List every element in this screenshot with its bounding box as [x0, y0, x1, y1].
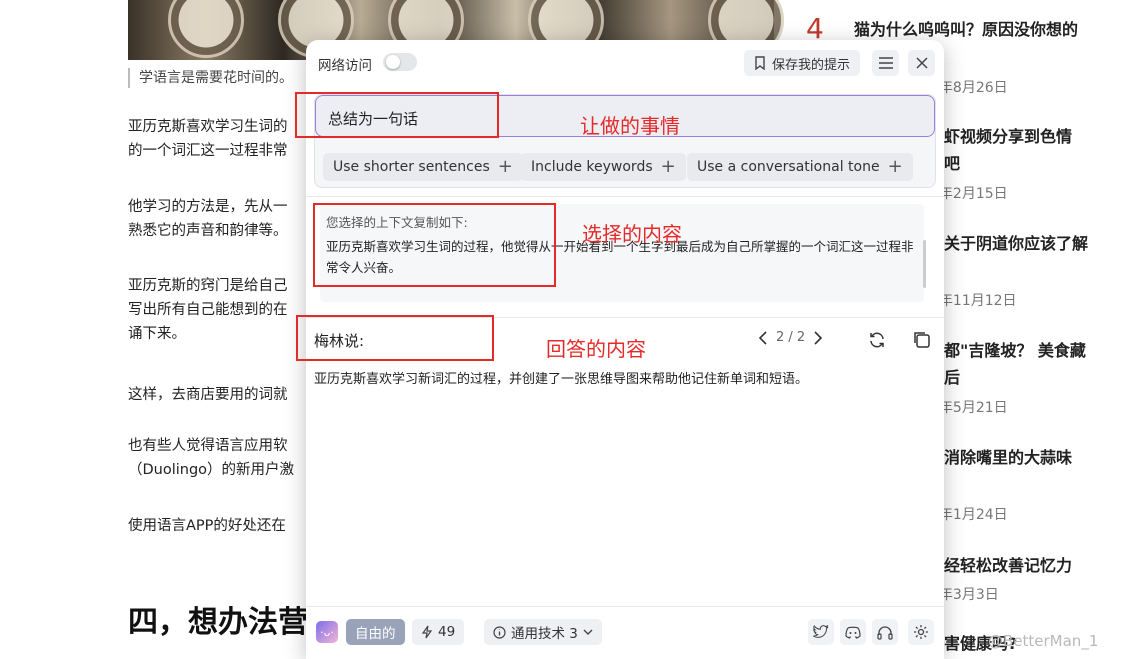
- network-access-label: 网络访问: [318, 58, 372, 74]
- article-paragraph: 亚历克斯的窍门是给自己 写出所有自己能想到的在 诵下来。: [128, 278, 288, 342]
- sidebar-article-title[interactable]: 猫为什么呜呜叫？原因没你想的: [854, 16, 1078, 40]
- chip-shorter-sentences[interactable]: Use shorter sentences +: [323, 153, 523, 181]
- credits-button[interactable]: 49: [412, 619, 465, 645]
- close-button[interactable]: [908, 50, 935, 76]
- annotation-box-answer: [296, 315, 494, 361]
- chevron-left-icon[interactable]: [758, 330, 768, 345]
- annotation-box-selection: [313, 203, 556, 287]
- article-paragraph: 亚历克斯喜欢学习生词的 的一个词汇这一过程非常: [128, 119, 288, 159]
- sidebar-article-title[interactable]: 消除嘴里的大蒜味: [944, 444, 1072, 468]
- article-paragraph: 这样，去商店要用的词就: [128, 387, 288, 403]
- annotation-label-selection: 选择的内容: [582, 222, 682, 246]
- mode-button[interactable]: 自由的: [346, 619, 405, 645]
- tech-select[interactable]: 通用技术 3: [484, 619, 602, 645]
- watermark: @BetterMan_1: [988, 632, 1099, 650]
- support-button[interactable]: [872, 619, 898, 645]
- context-scrollbar[interactable]: [923, 240, 926, 288]
- menu-icon: [878, 57, 893, 69]
- twitter-icon: [813, 625, 829, 638]
- image-caption: 学语言是需要花时间的。: [128, 68, 293, 88]
- annotation-label-answer: 回答的内容: [546, 337, 646, 361]
- clock-image: [168, 0, 244, 58]
- twitter-button[interactable]: [808, 619, 834, 645]
- plus-icon: +: [887, 156, 903, 177]
- plus-icon: +: [660, 156, 676, 177]
- settings-button[interactable]: [908, 619, 934, 645]
- mode-label: 自由的: [355, 626, 396, 642]
- lightning-icon: [421, 625, 433, 639]
- article-paragraph: 使用语言APP的好处还在: [128, 518, 286, 534]
- answer-text: 亚历克斯喜欢学习新词汇的过程，并创建了一张思维导图来帮助他记住新单词和短语。: [314, 372, 809, 387]
- chip-conversational-tone[interactable]: Use a conversational tone +: [687, 153, 913, 181]
- bookmark-icon: [755, 56, 765, 70]
- refresh-icon[interactable]: [868, 331, 886, 349]
- save-prompt-label: 保存我的提示: [772, 57, 851, 73]
- gear-icon: [914, 625, 928, 639]
- discord-button[interactable]: [840, 619, 866, 645]
- plus-icon: +: [497, 156, 513, 177]
- chip-label: Use a conversational tone: [697, 159, 880, 175]
- popup-header: 网络访问 保存我的提示: [306, 40, 944, 86]
- chip-include-keywords[interactable]: Include keywords +: [521, 153, 686, 181]
- sidebar-article-title[interactable]: 都"吉隆坡？ 美食藏: [944, 337, 1086, 361]
- close-icon: [915, 57, 928, 69]
- copy-icon[interactable]: [912, 330, 931, 349]
- sidebar-article-title[interactable]: 关于阴道你应该了解: [944, 230, 1088, 254]
- sidebar-article-title[interactable]: 虾视频分享到色情: [944, 123, 1072, 147]
- article-paragraph: 他学习的方法是，先从一 熟悉它的声音和韵律等。: [128, 199, 288, 239]
- section-heading: 四，想办法营: [128, 605, 308, 640]
- chevron-right-icon[interactable]: [813, 330, 823, 345]
- menu-button[interactable]: [872, 50, 899, 76]
- headphones-icon: [877, 625, 893, 640]
- chip-label: Use shorter sentences: [333, 159, 490, 175]
- network-access-toggle[interactable]: [383, 53, 417, 71]
- app-logo-icon: ·ᴗ·: [316, 621, 338, 643]
- save-prompt-button[interactable]: 保存我的提示: [744, 50, 861, 76]
- discord-icon: [845, 626, 861, 639]
- annotation-label-task: 让做的事情: [580, 114, 680, 138]
- info-icon: [493, 625, 506, 639]
- popup-footer: ·ᴗ· 自由的 49 通用技术 3: [306, 606, 944, 659]
- article-paragraph: 也有些人觉得语言应用软 （Duolingo）的新用户激: [128, 438, 295, 478]
- annotation-box-task: [295, 92, 499, 138]
- pager-text: 2 / 2: [776, 330, 806, 345]
- chevron-down-icon: [583, 629, 593, 635]
- tech-label: 通用技术 3: [511, 626, 578, 642]
- credits-count: 49: [438, 624, 456, 640]
- sidebar-article-title-line2[interactable]: 吧: [944, 150, 960, 174]
- chip-label: Include keywords: [531, 159, 653, 175]
- sidebar-article-title[interactable]: 经轻松改善记忆力: [944, 552, 1072, 576]
- sidebar-article-title-line2[interactable]: 后: [944, 364, 960, 388]
- divider: [306, 196, 944, 197]
- answer-pager: 2 / 2: [758, 330, 823, 345]
